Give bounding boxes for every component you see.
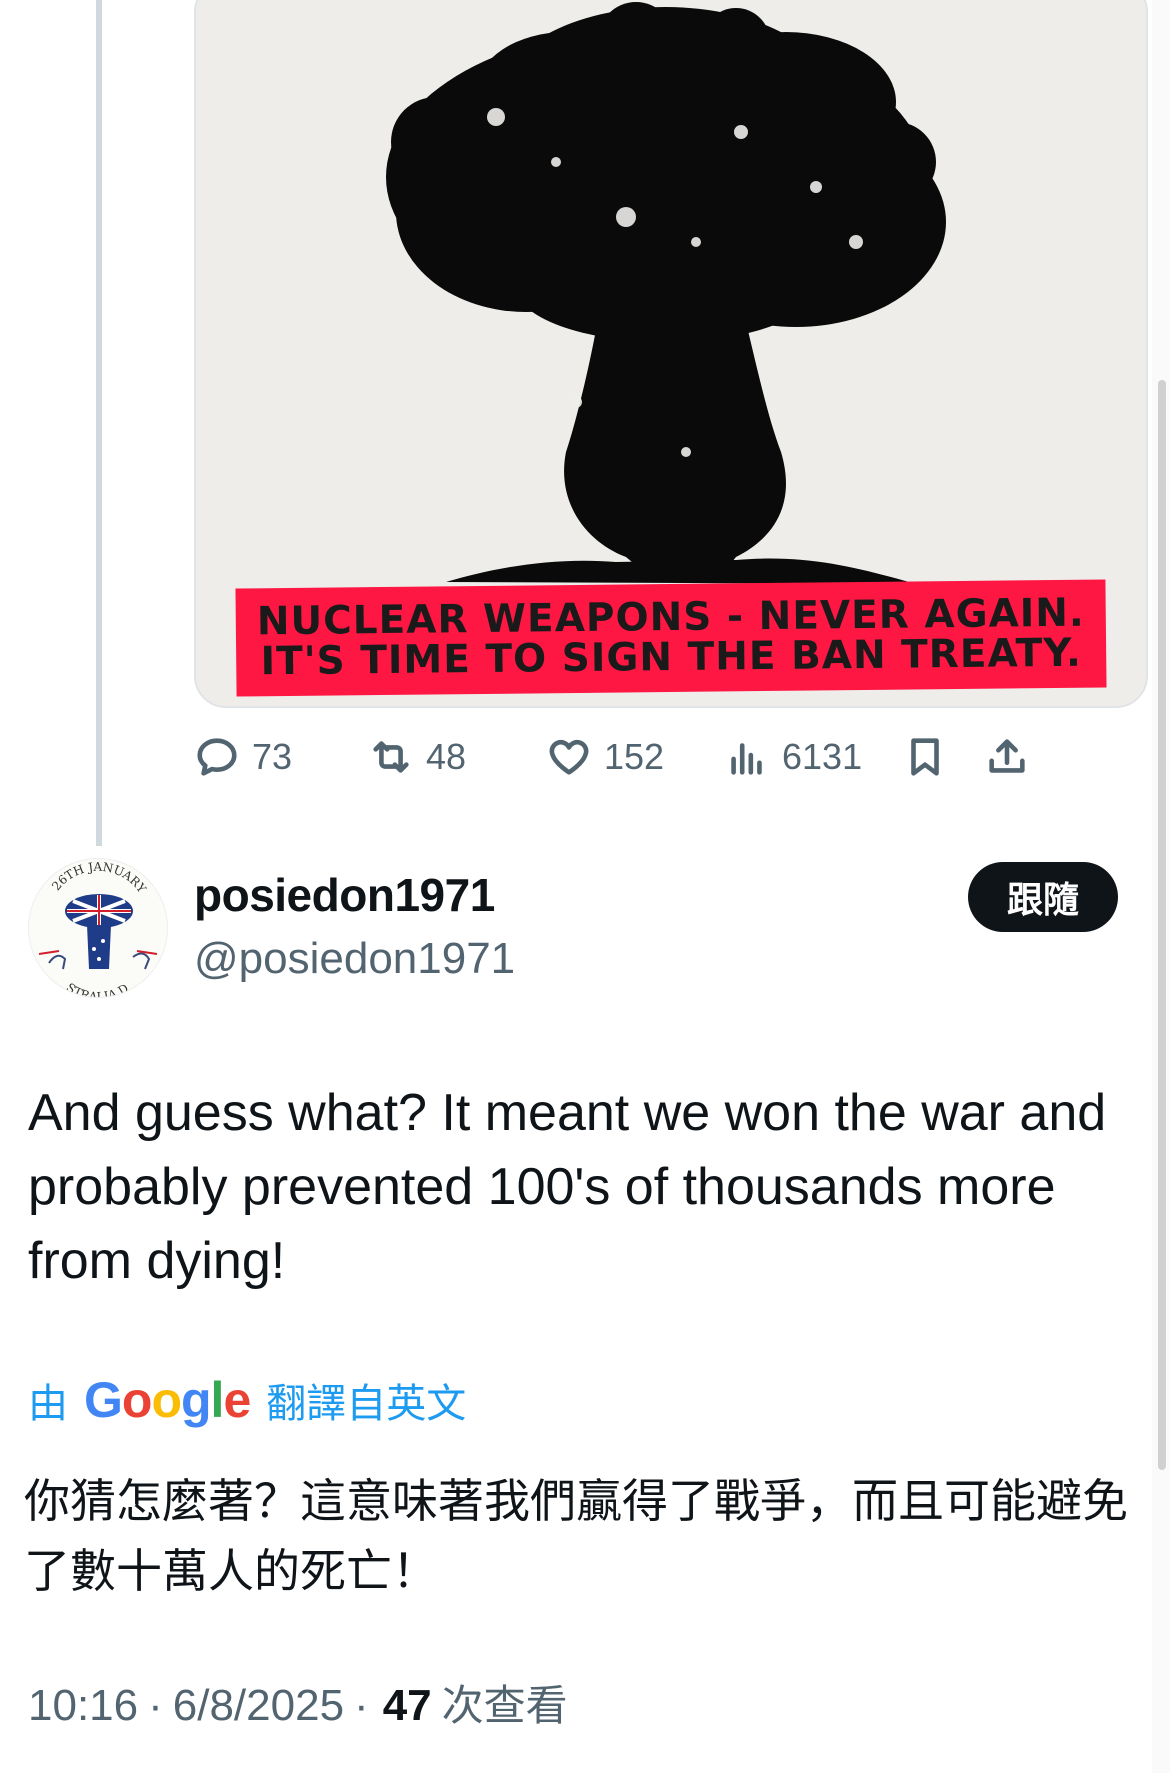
translated-tweet-text: 你猜怎麼著？這意味著我們贏得了戰爭，而且可能避免了數十萬人的死亡！ bbox=[24, 1474, 1128, 1598]
translation-attribution[interactable]: 由 Google 翻譯自英文 bbox=[28, 1370, 466, 1430]
repost-button[interactable]: 48 bbox=[368, 722, 466, 792]
svg-text:STRALIA D: STRALIA D bbox=[64, 980, 131, 997]
tweet-meta: 10:16 · 6/8/2025 · 47 次查看 bbox=[28, 1672, 568, 1733]
like-count: 152 bbox=[604, 736, 665, 777]
tweet-action-bar: 73 48 152 6131 bbox=[194, 722, 1144, 792]
tweet-views-count: 47 bbox=[382, 1681, 432, 1730]
views-icon bbox=[731, 743, 762, 775]
repost-icon bbox=[373, 741, 409, 773]
tweet-date[interactable]: 6/8/2025 bbox=[173, 1681, 344, 1731]
svg-text:26TH JANUARY: 26TH JANUARY bbox=[49, 860, 149, 897]
view-count: 6131 bbox=[782, 736, 863, 777]
google-logo: Google bbox=[84, 1372, 251, 1428]
like-button[interactable]: 152 bbox=[546, 722, 664, 792]
thread-connector-line bbox=[96, 0, 102, 846]
reply-handle[interactable]: @posiedon1971 bbox=[194, 934, 515, 984]
avatar-text-bottom: STRALIA D bbox=[64, 980, 131, 997]
avatar-text-top: 26TH JANUARY bbox=[49, 860, 149, 897]
bookmark-icon bbox=[911, 738, 939, 776]
reply-button[interactable]: 73 bbox=[194, 722, 292, 792]
translation-by-label: 由 bbox=[28, 1381, 68, 1427]
repost-count: 48 bbox=[426, 736, 467, 777]
like-icon bbox=[549, 739, 589, 775]
reply-tweet-text: And guess what? It meant we won the war … bbox=[28, 1084, 1107, 1290]
meta-separator-2: · bbox=[354, 1681, 369, 1730]
avatar-image: 26TH JANUARY STRALIA D bbox=[38, 860, 158, 997]
follow-button[interactable]: 跟隨 bbox=[968, 862, 1118, 932]
tweet-views-label: 次查看 bbox=[441, 1681, 568, 1730]
meta-separator: · bbox=[148, 1681, 163, 1730]
share-button[interactable] bbox=[984, 722, 1030, 792]
warning-banner: NUCLEAR WEAPONS - NEVER AGAIN. IT'S TIME… bbox=[235, 579, 1107, 697]
reply-display-name[interactable]: posiedon1971 bbox=[194, 868, 495, 922]
reply-count: 73 bbox=[252, 736, 293, 777]
translation-from-label[interactable]: 翻譯自英文 bbox=[266, 1371, 466, 1429]
avatar[interactable]: 26TH JANUARY STRALIA D bbox=[28, 858, 168, 998]
banner-line-2: IT'S TIME TO SIGN THE BAN TREATY. bbox=[260, 630, 1083, 685]
tweet-media-image[interactable]: NUCLEAR WEAPONS - NEVER AGAIN. IT'S TIME… bbox=[194, 0, 1148, 708]
reply-icon bbox=[197, 738, 237, 776]
tweet-time[interactable]: 10:16 bbox=[28, 1681, 138, 1731]
share-icon bbox=[989, 739, 1025, 773]
scrollbar-track[interactable] bbox=[1152, 0, 1170, 1773]
scrollbar-thumb[interactable] bbox=[1158, 380, 1166, 1470]
bookmark-button[interactable] bbox=[902, 722, 948, 792]
views-button[interactable]: 6131 bbox=[724, 722, 862, 792]
